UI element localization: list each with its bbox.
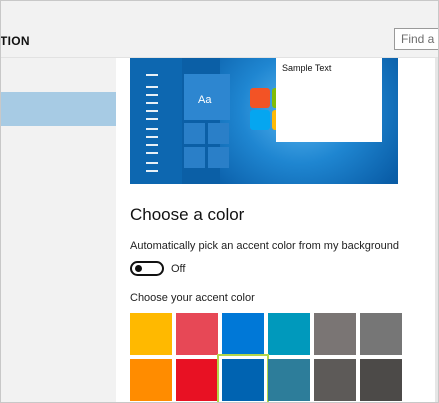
auto-pick-label: Automatically pick an accent color from …: [130, 240, 400, 252]
tile-small: [208, 123, 229, 144]
menu-line: [146, 162, 158, 164]
scrollbar-track[interactable]: [435, 58, 439, 403]
tile-label: Aa: [198, 94, 212, 106]
toggle-knob: [135, 265, 142, 272]
accent-swatch[interactable]: [130, 313, 172, 355]
menu-line: [146, 86, 158, 88]
section-title: Choose a color: [130, 205, 245, 224]
accent-color-label: Choose your accent color: [130, 292, 255, 304]
accent-swatch[interactable]: [268, 359, 310, 401]
menu-line: [146, 170, 158, 172]
sample-window: Sample Text: [276, 58, 382, 142]
menu-line: [146, 136, 158, 138]
accent-swatch[interactable]: [360, 313, 402, 355]
start-tiles: Aa: [184, 74, 232, 182]
toggle-state-label: Off: [171, 263, 186, 275]
accent-swatch[interactable]: [268, 313, 310, 355]
menu-line: [146, 128, 158, 130]
auto-pick-toggle[interactable]: [130, 261, 164, 276]
tile-small: [184, 147, 205, 168]
accent-swatch[interactable]: [222, 313, 264, 355]
tile-large: Aa: [184, 74, 230, 120]
page-title: TION: [0, 34, 30, 48]
accent-swatch[interactable]: [314, 359, 356, 401]
tile-small: [208, 147, 229, 168]
menu-line: [146, 144, 158, 146]
accent-swatch[interactable]: [130, 359, 172, 401]
menu-line: [146, 94, 158, 96]
theme-preview: Aa Sample Text: [130, 58, 398, 184]
menu-line: [146, 102, 158, 104]
menu-line: [146, 110, 158, 112]
accent-swatch[interactable]: [176, 359, 218, 401]
menu-line: [146, 152, 158, 154]
menu-line: [146, 74, 158, 76]
tile-small: [184, 123, 205, 144]
sidebar-item-selected[interactable]: [0, 92, 116, 126]
sample-text: Sample Text: [282, 63, 332, 73]
start-menu-list: [130, 58, 182, 184]
menu-line: [146, 118, 158, 120]
search-box[interactable]: [394, 28, 439, 50]
accent-swatch[interactable]: [176, 313, 218, 355]
header-bar: TION: [0, 0, 439, 58]
accent-swatch[interactable]: [217, 354, 269, 403]
accent-swatch[interactable]: [314, 313, 356, 355]
accent-swatch[interactable]: [360, 359, 402, 401]
search-input[interactable]: [395, 29, 439, 49]
